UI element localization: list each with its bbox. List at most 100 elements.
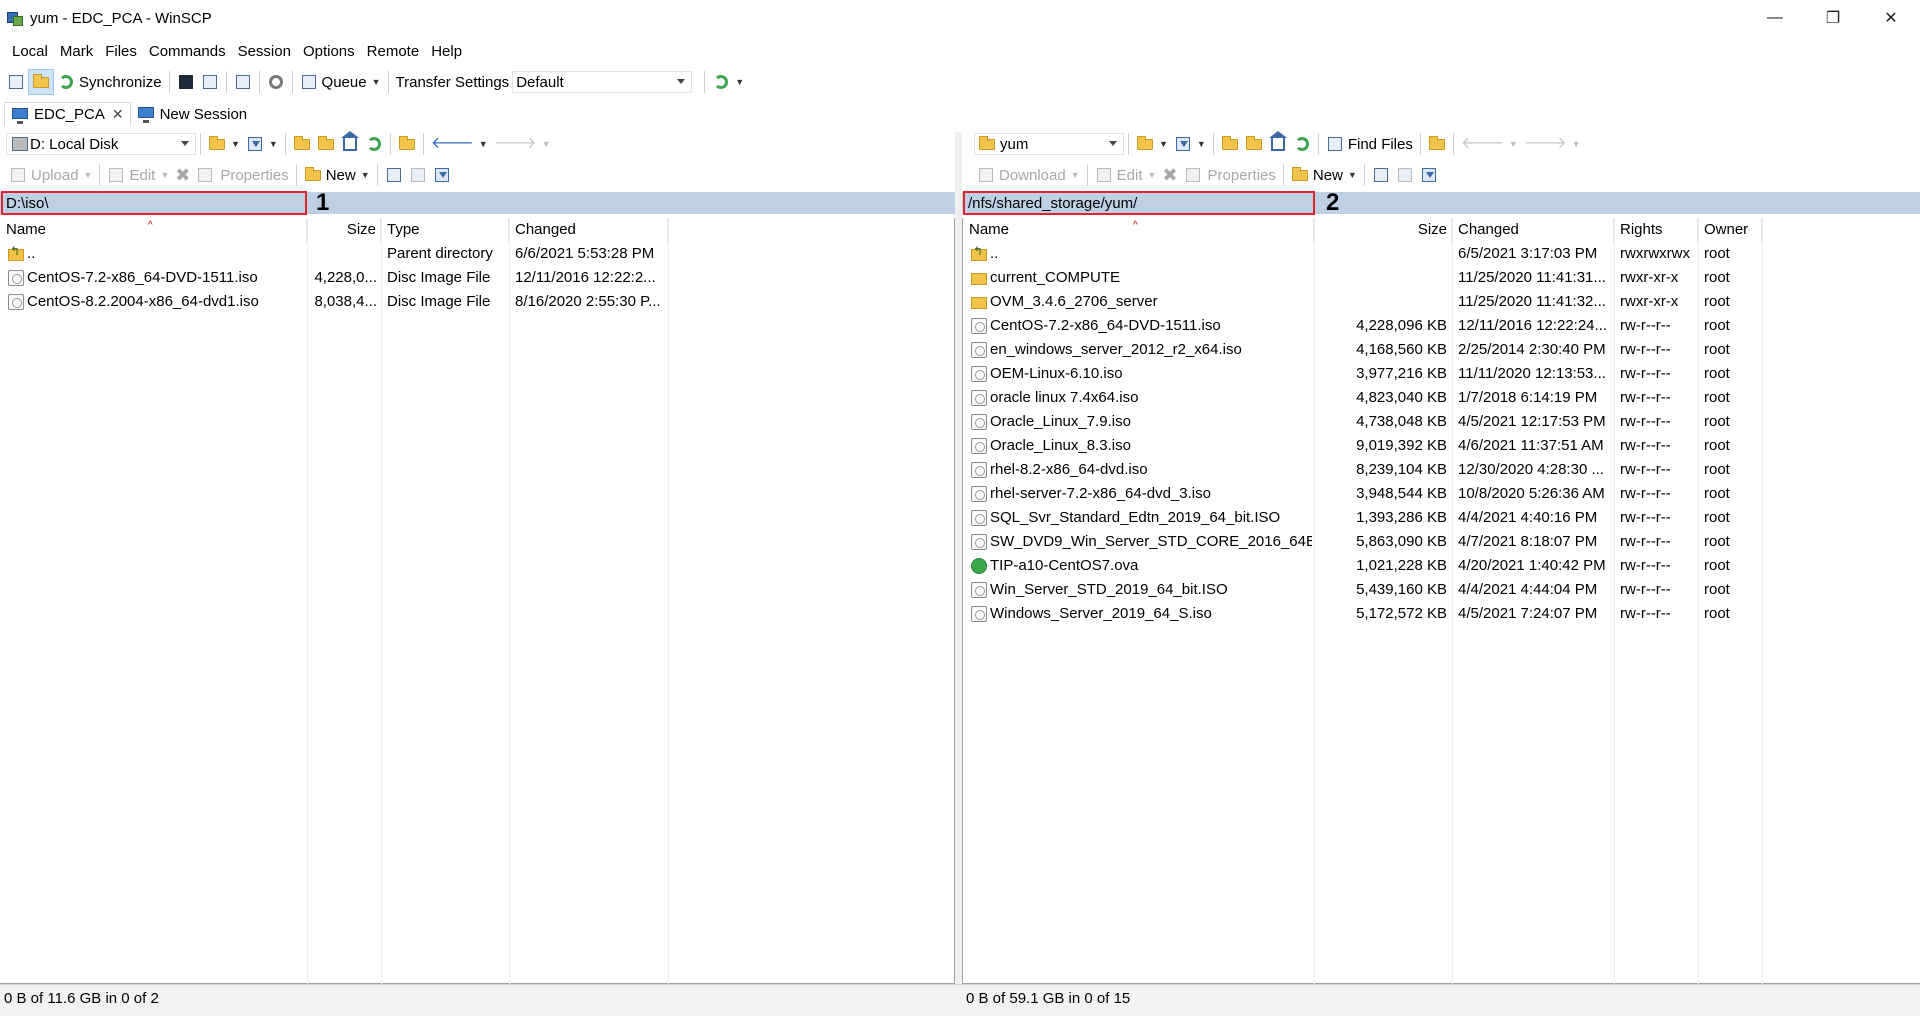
table-row[interactable]: rhel-8.2-x86_64-dvd.iso 8,239,104 KB 12/30… <box>963 458 1920 482</box>
close-button[interactable]: ✕ <box>1862 0 1920 36</box>
table-row[interactable]: oracle linux 7.4x64.iso 4,823,040 KB 1/7/2… <box>963 386 1920 410</box>
table-row[interactable]: CentOS-8.2.2004-x86_64-dvd1.iso 8,038,4..… <box>0 290 954 314</box>
properties-label: Properties <box>220 166 289 184</box>
edit-label: Edit <box>129 166 156 184</box>
table-row[interactable]: SW_DVD9_Win_Server_STD_CORE_2016_64Bit_.… <box>963 530 1920 554</box>
table-row[interactable]: .. 6/5/2021 3:17:03 PM rwxrwxrwx root <box>963 242 1920 266</box>
table-row[interactable]: Oracle_Linux_7.9.iso 4,738,048 KB 4/5/2021… <box>963 410 1920 434</box>
local-drive-select[interactable]: D: Local Disk <box>6 133 196 155</box>
table-row[interactable]: OVM_3.4.6_2706_server 11/25/2020 11:41:32… <box>963 290 1920 314</box>
local-tree-button[interactable] <box>395 131 419 157</box>
column-header-rights[interactable]: Rights <box>1614 218 1698 242</box>
remote-back-button[interactable]: 🡐 ▼ <box>1458 131 1521 157</box>
local-path[interactable]: D:\iso\ <box>1 191 307 215</box>
local-properties-button[interactable]: Properties <box>217 162 291 188</box>
table-row[interactable]: Windows_Server_2019_64_S.iso 5,172,572 KB… <box>963 602 1920 626</box>
remote-delete-button[interactable]: ✖ <box>1159 162 1180 188</box>
table-row[interactable]: Win_Server_STD_2019_64_bit.ISO 5,439,160 … <box>963 578 1920 602</box>
column-header-name[interactable]: Name ^ <box>0 218 307 242</box>
preferences-button[interactable] <box>264 69 288 95</box>
remote-root-directory-button[interactable] <box>1242 131 1266 157</box>
local-parent-directory-button[interactable] <box>290 131 314 157</box>
local-back-button[interactable]: 🡐 ▼ <box>428 131 491 157</box>
remote-parent-directory-button[interactable] <box>1218 131 1242 157</box>
remote-filter-select-button[interactable] <box>1417 162 1441 188</box>
explorer-view-button[interactable] <box>28 69 54 95</box>
commander-view-button[interactable] <box>4 69 28 95</box>
panel-splitter[interactable] <box>955 132 962 984</box>
local-rename-button[interactable] <box>193 162 217 188</box>
table-row[interactable]: TIP-a10-CentOS7.ova 1,021,228 KB 4/20/2021… <box>963 554 1920 578</box>
table-row[interactable]: current_COMPUTE 11/25/2020 11:41:31... rwx… <box>963 266 1920 290</box>
remote-directory-select[interactable]: yum <box>974 133 1124 155</box>
local-select-all-button[interactable] <box>382 162 406 188</box>
local-filter-select-button[interactable] <box>430 162 454 188</box>
table-row[interactable]: Oracle_Linux_8.3.iso 9,019,392 KB 4/6/2021… <box>963 434 1920 458</box>
local-delete-button[interactable]: ✖ <box>172 162 193 188</box>
remote-home-button[interactable] <box>1266 131 1290 157</box>
network-button[interactable]: ▼ <box>709 69 747 95</box>
local-forward-button[interactable]: 🡒 ▼ <box>491 131 554 157</box>
parent-folder-icon <box>1221 135 1239 153</box>
remote-open-directory-button[interactable]: ▼ <box>1133 131 1171 157</box>
compare-directories-button[interactable] <box>231 69 255 95</box>
menu-options[interactable]: Options <box>297 43 361 60</box>
remote-forward-button[interactable]: 🡒 ▼ <box>1521 131 1584 157</box>
table-row[interactable]: .. Parent directory 6/6/2021 5:53:28 PM <box>0 242 954 266</box>
column-header-type[interactable]: Type <box>381 218 509 242</box>
tab-edc-pca[interactable]: EDC_PCA ✕ <box>4 102 131 126</box>
tab-new-session[interactable]: New Session <box>131 102 254 126</box>
local-edit-button[interactable]: Edit ▼ <box>104 162 172 188</box>
local-upload-button[interactable]: Upload ▼ <box>6 162 95 188</box>
column-header-changed[interactable]: Changed <box>509 218 668 242</box>
open-terminal-button[interactable] <box>174 69 198 95</box>
column-header-name[interactable]: Name ^ <box>963 218 1314 242</box>
remote-rename-button[interactable] <box>1181 162 1205 188</box>
column-header-owner[interactable]: Owner <box>1698 218 1762 242</box>
menu-remote[interactable]: Remote <box>361 43 426 60</box>
local-home-button[interactable] <box>338 131 362 157</box>
local-open-directory-button[interactable]: ▼ <box>205 131 243 157</box>
menu-session[interactable]: Session <box>232 43 297 60</box>
queue-button[interactable]: Queue ▼ <box>297 69 384 95</box>
menu-local[interactable]: Local <box>6 43 54 60</box>
restore-button[interactable]: ❐ <box>1804 0 1862 36</box>
remote-select-all-button[interactable] <box>1369 162 1393 188</box>
remote-tree-button[interactable] <box>1425 131 1449 157</box>
table-row[interactable]: rhel-server-7.2-x86_64-dvd_3.iso 3,948,54… <box>963 482 1920 506</box>
putty-button[interactable] <box>198 69 222 95</box>
menu-help[interactable]: Help <box>425 43 468 60</box>
menu-files[interactable]: Files <box>99 43 143 60</box>
column-header-changed[interactable]: Changed <box>1452 218 1614 242</box>
menu-commands[interactable]: Commands <box>143 43 232 60</box>
close-tab-icon[interactable]: ✕ <box>112 106 124 123</box>
table-row[interactable]: en_windows_server_2012_r2_x64.iso 4,168,5… <box>963 338 1920 362</box>
remote-new-button[interactable]: New ▼ <box>1288 162 1360 188</box>
local-path-bar[interactable]: D:\iso\ 1 <box>0 189 955 216</box>
find-files-button[interactable]: Find Files <box>1323 131 1416 157</box>
remote-unselect-button[interactable] <box>1393 162 1417 188</box>
minimize-button[interactable]: — <box>1746 0 1804 36</box>
remote-refresh-button[interactable] <box>1290 131 1314 157</box>
column-rights-label: Rights <box>1620 221 1663 238</box>
column-header-size[interactable]: Size <box>307 218 381 242</box>
table-row[interactable]: OEM-Linux-6.10.iso 3,977,216 KB 11/11/2020… <box>963 362 1920 386</box>
remote-path-bar[interactable]: /nfs/shared_storage/yum/ 2 <box>962 189 1920 216</box>
local-root-directory-button[interactable] <box>314 131 338 157</box>
local-unselect-button[interactable] <box>406 162 430 188</box>
menu-mark[interactable]: Mark <box>54 43 99 60</box>
transfer-settings-select[interactable]: Default <box>512 71 693 93</box>
remote-edit-button[interactable]: Edit ▼ <box>1092 162 1160 188</box>
remote-filter-button[interactable]: ▼ <box>1171 131 1209 157</box>
local-filter-button[interactable]: ▼ <box>243 131 281 157</box>
local-new-button[interactable]: New ▼ <box>301 162 373 188</box>
table-row[interactable]: CentOS-7.2-x86_64-DVD-1511.iso 4,228,0...… <box>0 266 954 290</box>
local-refresh-button[interactable] <box>362 131 386 157</box>
column-header-size[interactable]: Size <box>1314 218 1452 242</box>
table-row[interactable]: SQL_Svr_Standard_Edtn_2019_64_bit.ISO 1,3… <box>963 506 1920 530</box>
remote-path[interactable]: /nfs/shared_storage/yum/ <box>963 191 1315 215</box>
synchronize-button[interactable]: Synchronize <box>54 69 165 95</box>
remote-download-button[interactable]: Download ▼ <box>974 162 1083 188</box>
table-row[interactable]: CentOS-7.2-x86_64-DVD-1511.iso 4,228,096 … <box>963 314 1920 338</box>
remote-properties-button[interactable]: Properties <box>1205 162 1279 188</box>
